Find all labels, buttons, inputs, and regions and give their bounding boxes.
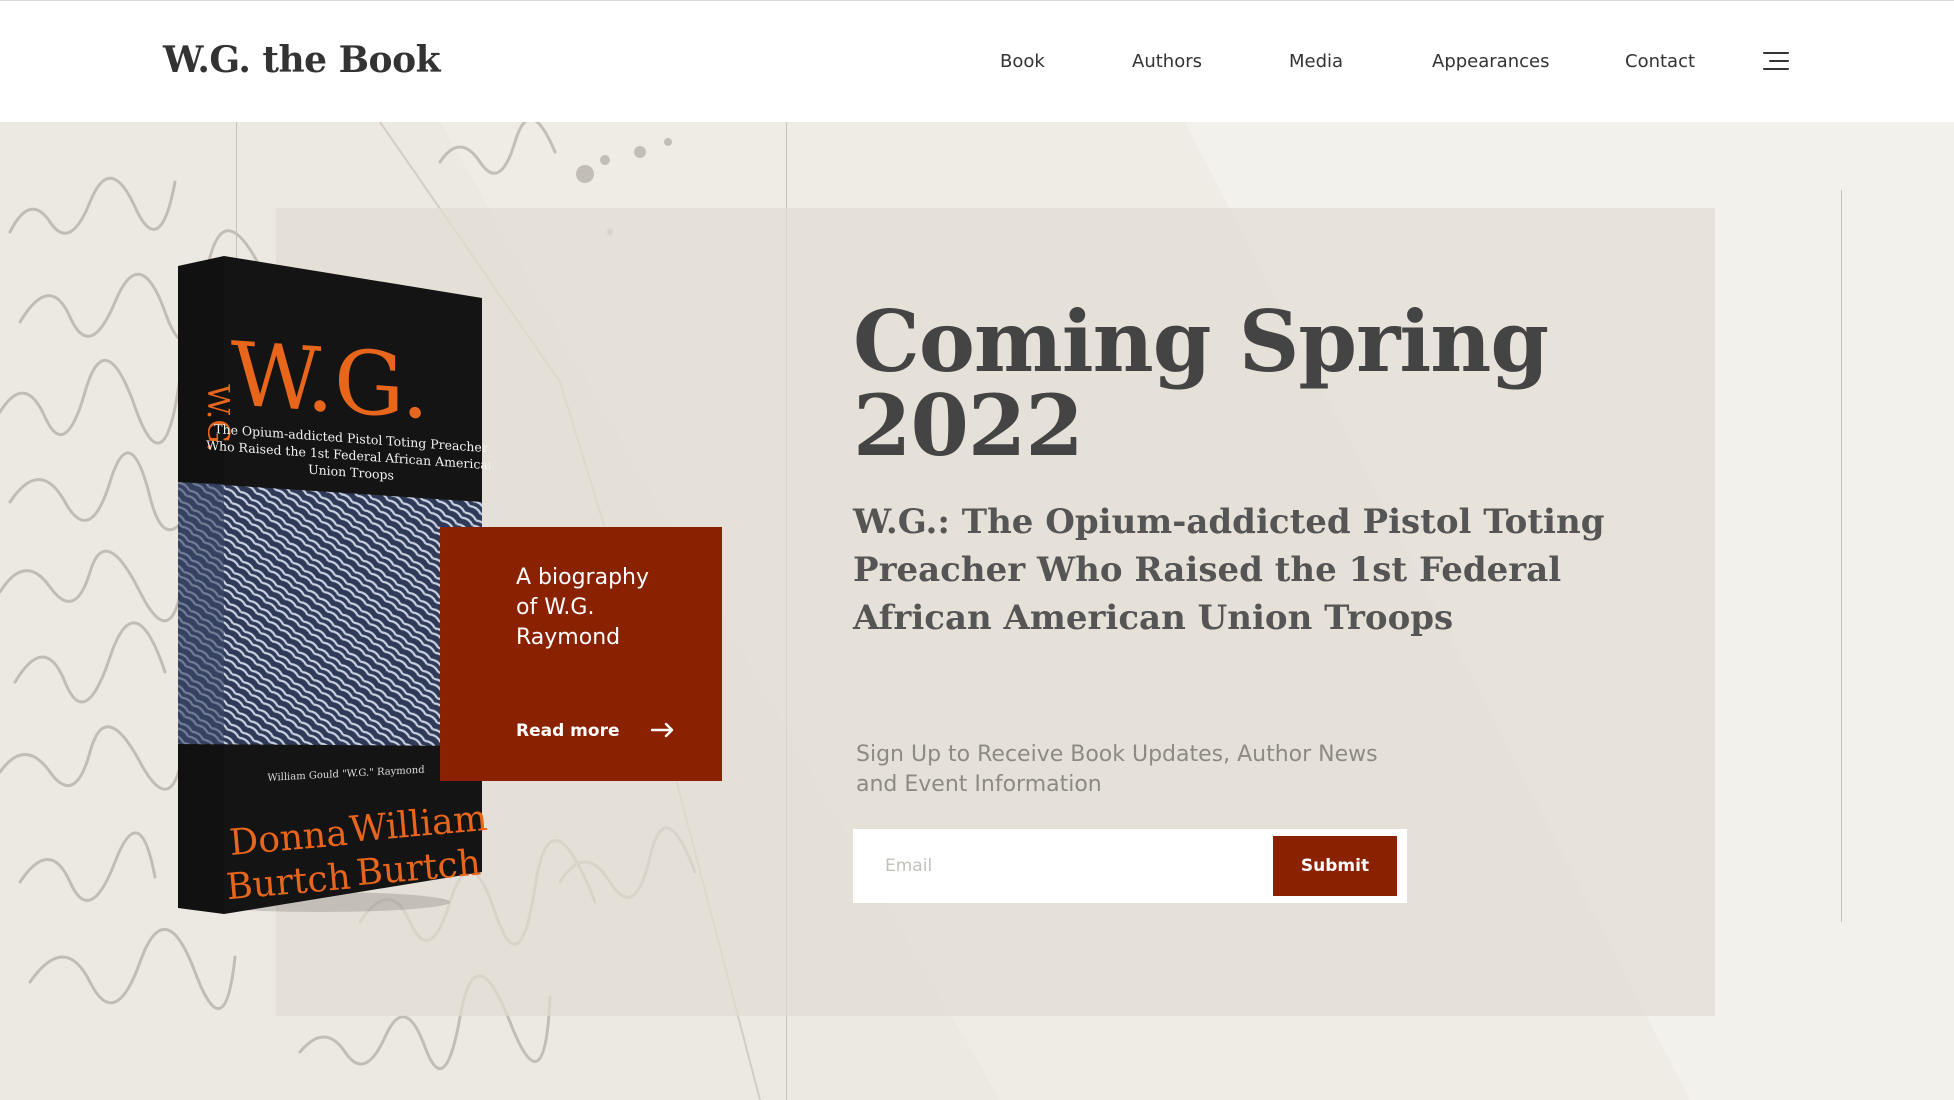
read-more-link[interactable]: Read more — [516, 721, 620, 741]
nav-item-media[interactable]: Media — [1289, 51, 1343, 72]
main-nav: Book Authors Media Appearances Contact — [0, 51, 1954, 81]
guide-line — [1841, 190, 1842, 922]
nav-item-book[interactable]: Book — [1000, 51, 1045, 72]
hero-subtitle: W.G.: The Opium-addicted Pistol Toting P… — [853, 502, 1605, 638]
signup-description: Sign Up to Receive Book Updates, Author … — [856, 742, 1378, 797]
nav-item-contact[interactable]: Contact — [1625, 51, 1695, 72]
book-cover-title: W.G. — [231, 322, 429, 439]
submit-button[interactable]: Submit — [1273, 836, 1397, 896]
email-signup-form: Submit — [853, 829, 1407, 903]
nav-item-authors[interactable]: Authors — [1132, 51, 1202, 72]
hamburger-menu-icon[interactable] — [1763, 51, 1789, 71]
hero-title: Coming Spring 2022 — [853, 292, 1549, 475]
biography-card: A biography of W.G. Raymond Read more — [440, 527, 722, 781]
arrow-right-icon[interactable] — [651, 722, 675, 738]
site-header: W.G. the Book Book Authors Media Appeara… — [0, 0, 1954, 122]
nav-item-appearances[interactable]: Appearances — [1432, 51, 1549, 72]
card-description: A biography of W.G. Raymond — [516, 565, 649, 650]
email-input[interactable] — [853, 829, 1263, 903]
